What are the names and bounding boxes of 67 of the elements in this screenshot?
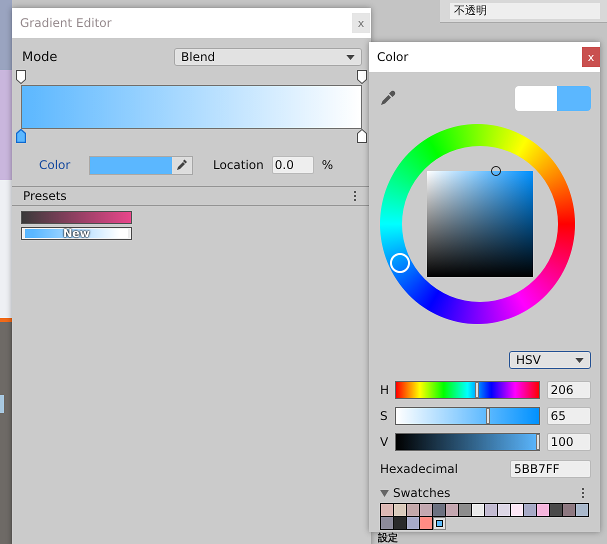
channel-slider[interactable] xyxy=(394,433,540,451)
color-swatch[interactable] xyxy=(420,517,433,530)
color-swatch[interactable] xyxy=(563,504,576,517)
slider-thumb[interactable] xyxy=(536,434,540,450)
opacity-field[interactable]: 不透明 xyxy=(450,3,600,19)
mode-dropdown[interactable]: Blend xyxy=(174,48,362,66)
window-title: Color xyxy=(377,50,408,64)
color-swatch[interactable] xyxy=(407,517,420,530)
caret-icon xyxy=(575,358,584,362)
color-swatch[interactable] xyxy=(407,504,420,517)
window-title: Gradient Editor xyxy=(20,16,112,30)
color-swatch[interactable] xyxy=(576,504,589,517)
hex-field[interactable]: 5BB7FF xyxy=(510,460,591,478)
color-swatch[interactable] xyxy=(459,504,472,517)
color-swatch[interactable] xyxy=(420,504,433,517)
color-swatch[interactable] xyxy=(446,504,459,517)
channel-label: H xyxy=(380,383,389,397)
picker-handle[interactable] xyxy=(490,166,501,176)
color-key-marker[interactable] xyxy=(357,129,367,143)
color-swatch[interactable] xyxy=(433,517,446,530)
color-swatch[interactable] xyxy=(498,504,511,517)
close-button[interactable]: x xyxy=(582,47,600,67)
presets-label: Presets xyxy=(23,189,67,203)
mode-label: Mode xyxy=(22,50,58,64)
channel-value-field[interactable]: 206 xyxy=(546,381,591,399)
swatches-label: Swatches xyxy=(393,486,450,500)
color-swatch[interactable] xyxy=(485,504,498,517)
caret-icon xyxy=(346,54,355,60)
location-label: Location xyxy=(213,158,264,172)
close-button[interactable]: x xyxy=(352,13,370,33)
saturation-value-square[interactable] xyxy=(427,171,533,277)
gradient-bar[interactable] xyxy=(21,85,362,129)
color-swatch[interactable] xyxy=(381,504,394,517)
channel-label: S xyxy=(380,409,389,423)
color-key-marker[interactable] xyxy=(16,129,26,143)
color-swatch[interactable] xyxy=(394,504,407,517)
channel-slider[interactable] xyxy=(395,381,540,399)
alpha-key-marker[interactable] xyxy=(357,70,367,84)
color-field[interactable] xyxy=(89,156,193,174)
color-model-dropdown[interactable]: HSV xyxy=(509,351,591,369)
collapse-icon[interactable] xyxy=(380,490,389,496)
location-field[interactable]: 0.0 xyxy=(272,156,314,174)
color-swatch[interactable] xyxy=(472,504,485,517)
color-label: Color xyxy=(39,158,72,172)
color-swatch[interactable] xyxy=(537,504,550,517)
color-swatch[interactable] xyxy=(394,517,407,530)
percent-label: % xyxy=(322,158,334,172)
eyedropper-icon[interactable] xyxy=(380,90,396,106)
slider-thumb[interactable] xyxy=(474,382,479,398)
eyedropper-icon[interactable] xyxy=(176,158,188,170)
color-swatch[interactable] xyxy=(381,517,394,530)
channel-value-field[interactable]: 100 xyxy=(546,433,591,451)
color-swatch[interactable] xyxy=(550,504,563,517)
settings-label: 設定 xyxy=(378,533,398,544)
color-swatch[interactable] xyxy=(524,504,537,517)
previous-color-swatch[interactable] xyxy=(515,86,557,110)
alpha-key-marker[interactable] xyxy=(16,70,26,84)
channel-slider[interactable] xyxy=(394,407,540,425)
hue-handle[interactable] xyxy=(390,252,410,273)
channel-label: V xyxy=(380,435,389,449)
preset-label: New xyxy=(63,228,90,239)
preset-swatch[interactable] xyxy=(21,211,132,224)
slider-thumb[interactable] xyxy=(486,408,490,424)
color-swatch[interactable] xyxy=(511,504,524,517)
color-swatch[interactable] xyxy=(433,504,446,517)
channel-value-field[interactable]: 65 xyxy=(546,407,591,425)
hexadecimal-label: Hexadecimal xyxy=(380,462,458,476)
